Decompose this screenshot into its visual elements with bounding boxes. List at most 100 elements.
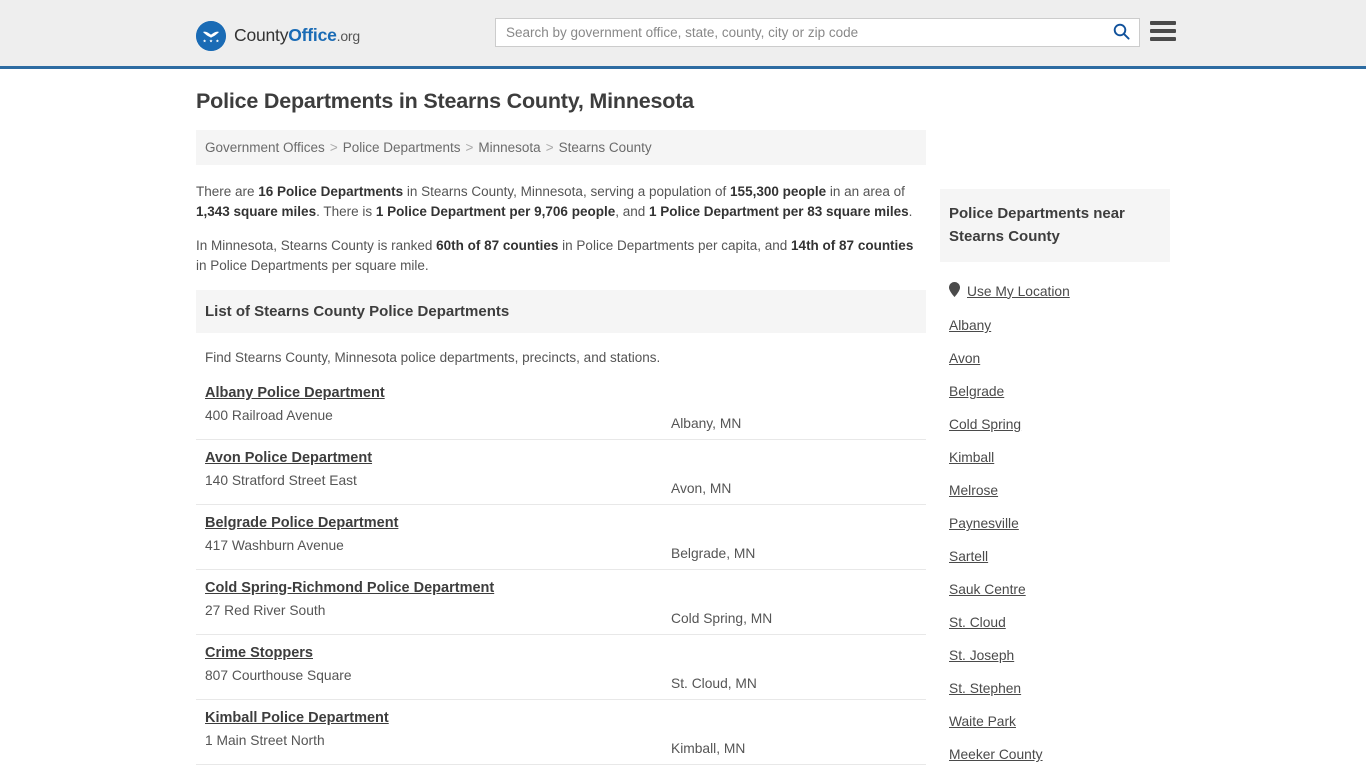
listing-name-link[interactable]: Belgrade Police Department (205, 515, 398, 531)
hamburger-menu-icon[interactable] (1150, 19, 1176, 43)
search-input[interactable] (496, 19, 1103, 46)
menu-bar-2 (1150, 29, 1176, 33)
sidebar-item-melrose[interactable]: Melrose (940, 474, 1170, 507)
listing-name-link[interactable]: Avon Police Department (205, 450, 372, 466)
sidebar-link-label[interactable]: Melrose (949, 483, 998, 498)
sidebar-item-sauk-centre[interactable]: Sauk Centre (940, 573, 1170, 606)
page-title: Police Departments in Stearns County, Mi… (196, 89, 694, 113)
text-segment-4: 14th of 87 counties (791, 237, 914, 253)
text-segment-4: 155,300 people (730, 183, 827, 199)
main-content-column: Police Departments in Stearns County, Mi… (196, 89, 926, 765)
listing-row: Belgrade Police Department 417 Washburn A… (196, 505, 926, 570)
list-section-heading: List of Stearns County Police Department… (196, 289, 926, 333)
intro-paragraphs: There are 16 Police Departments in Stear… (196, 182, 926, 276)
sidebar-item-st-joseph[interactable]: St. Joseph (940, 639, 1170, 672)
sidebar-link-label[interactable]: Meeker County (949, 747, 1043, 762)
site-header: CountyOffice.org (0, 0, 1366, 69)
search-bar[interactable] (495, 18, 1140, 47)
listing-row: Cold Spring-Richmond Police Department 27… (196, 570, 926, 635)
sidebar-link-list: Use My Location Albany Avon Belgrade Cold S… (940, 262, 1170, 768)
breadcrumb-separator: > (329, 139, 338, 155)
sidebar-item-albany[interactable]: Albany (940, 309, 1170, 342)
intro-paragraph-1: There are 16 Police Departments in Stear… (196, 182, 926, 222)
sidebar-link-label[interactable]: Paynesville (949, 516, 1019, 531)
brand-part-org: .org (336, 28, 361, 44)
listing-address: 807 Courthouse Square (205, 667, 352, 683)
sidebar-link-label[interactable]: Waite Park (949, 714, 1016, 729)
sidebar-item-st-stephen[interactable]: St. Stephen (940, 672, 1170, 705)
sidebar-link-label[interactable]: Sartell (949, 549, 988, 564)
text-segment-5: in an area of (826, 183, 905, 199)
sidebar-link-label[interactable]: St. Cloud (949, 615, 1006, 630)
listing-row: Kimball Police Department 1 Main Street N… (196, 700, 926, 765)
text-segment-7: . There is (316, 203, 376, 219)
listing-row: Avon Police Department 140 Stratford Stre… (196, 440, 926, 505)
breadcrumb-separator: > (545, 139, 554, 155)
listing-city-state: Belgrade, MN (671, 545, 756, 561)
sidebar-item-paynesville[interactable]: Paynesville (940, 507, 1170, 540)
text-segment-5: in Police Departments per square mile. (196, 257, 429, 273)
listing-address: 417 Washburn Avenue (205, 537, 344, 553)
text-segment-2: 60th of 87 counties (436, 237, 559, 253)
breadcrumb-link-1[interactable]: Government Offices (205, 140, 325, 155)
breadcrumb-separator: > (465, 139, 474, 155)
breadcrumb-link-3[interactable]: Minnesota (478, 140, 540, 155)
listing-name-link[interactable]: Albany Police Department (205, 385, 385, 401)
listing-city-state: Avon, MN (671, 480, 732, 496)
text-segment-2: 16 Police Departments (258, 183, 404, 199)
sidebar-link-label[interactable]: Kimball (949, 450, 994, 465)
menu-bar-3 (1150, 37, 1176, 41)
brand-part-office: Office (288, 25, 337, 45)
listing-city-state: St. Cloud, MN (671, 675, 757, 691)
breadcrumb-link-2[interactable]: Police Departments (343, 140, 461, 155)
eagle-stars-logo-icon (196, 20, 226, 51)
sidebar-link-label[interactable]: St. Joseph (949, 648, 1014, 663)
breadcrumb: Government Offices > Police Departments > Mi… (196, 129, 926, 165)
text-segment-1: In Minnesota, Stearns County is ranked (196, 237, 437, 253)
text-segment-10: 1 Police Department per 83 square miles (648, 203, 909, 219)
sidebar-link-label[interactable]: Avon (949, 351, 980, 366)
sidebar-item-use-my-location[interactable]: Use My Location (940, 273, 1170, 309)
listing-name-link[interactable]: Kimball Police Department (205, 710, 389, 726)
text-segment-6: 1,343 square miles (196, 203, 317, 219)
sidebar-link-label[interactable]: Sauk Centre (949, 582, 1026, 597)
listing-address: 1 Main Street North (205, 732, 325, 748)
listing-address: 140 Stratford Street East (205, 472, 357, 488)
sidebar-item-waite-park[interactable]: Waite Park (940, 705, 1170, 738)
sidebar-link-label[interactable]: Albany (949, 318, 991, 333)
listing-row: Albany Police Department 400 Railroad Ave… (196, 375, 926, 440)
sidebar-item-meeker-county[interactable]: Meeker County (940, 738, 1170, 768)
sidebar-link-label[interactable]: Cold Spring (949, 417, 1021, 432)
search-button[interactable] (1103, 19, 1139, 46)
site-logo-link[interactable]: CountyOffice.org (196, 20, 360, 51)
map-pin-icon (949, 282, 960, 300)
listing-city-state: Albany, MN (671, 415, 742, 431)
listing-address: 27 Red River South (205, 602, 326, 618)
search-icon (1113, 23, 1130, 43)
text-segment-3: in Police Departments per capita, and (558, 237, 792, 253)
sidebar-heading: Police Departments near Stearns County (940, 189, 1170, 262)
intro-paragraph-2: In Minnesota, Stearns County is ranked 6… (196, 236, 926, 276)
site-logo-text: CountyOffice.org (234, 20, 360, 51)
sidebar-link-label[interactable]: Belgrade (949, 384, 1004, 399)
police-department-list: Albany Police Department 400 Railroad Ave… (196, 375, 926, 765)
sidebar-item-kimball[interactable]: Kimball (940, 441, 1170, 474)
breadcrumb-link-4[interactable]: Stearns County (559, 140, 652, 155)
listing-city-state: Kimball, MN (671, 740, 746, 756)
text-segment-9: , and (615, 203, 649, 219)
sidebar-item-cold-spring[interactable]: Cold Spring (940, 408, 1170, 441)
listing-name-link[interactable]: Crime Stoppers (205, 645, 313, 661)
sidebar-item-avon[interactable]: Avon (940, 342, 1170, 375)
listing-address: 400 Railroad Avenue (205, 407, 333, 423)
text-segment-11: . (908, 203, 913, 219)
sidebar-item-sartell[interactable]: Sartell (940, 540, 1170, 573)
sidebar-item-belgrade[interactable]: Belgrade (940, 375, 1170, 408)
listing-city-state: Cold Spring, MN (671, 610, 773, 626)
sidebar-nearby-panel: Police Departments near Stearns County U… (940, 189, 1170, 768)
listing-name-link[interactable]: Cold Spring-Richmond Police Department (205, 580, 494, 596)
brand-part-county: County (234, 25, 289, 45)
use-my-location-link[interactable]: Use My Location (967, 284, 1070, 299)
sidebar-link-label[interactable]: St. Stephen (949, 681, 1021, 696)
menu-bar-1 (1150, 21, 1176, 25)
sidebar-item-st-cloud[interactable]: St. Cloud (940, 606, 1170, 639)
